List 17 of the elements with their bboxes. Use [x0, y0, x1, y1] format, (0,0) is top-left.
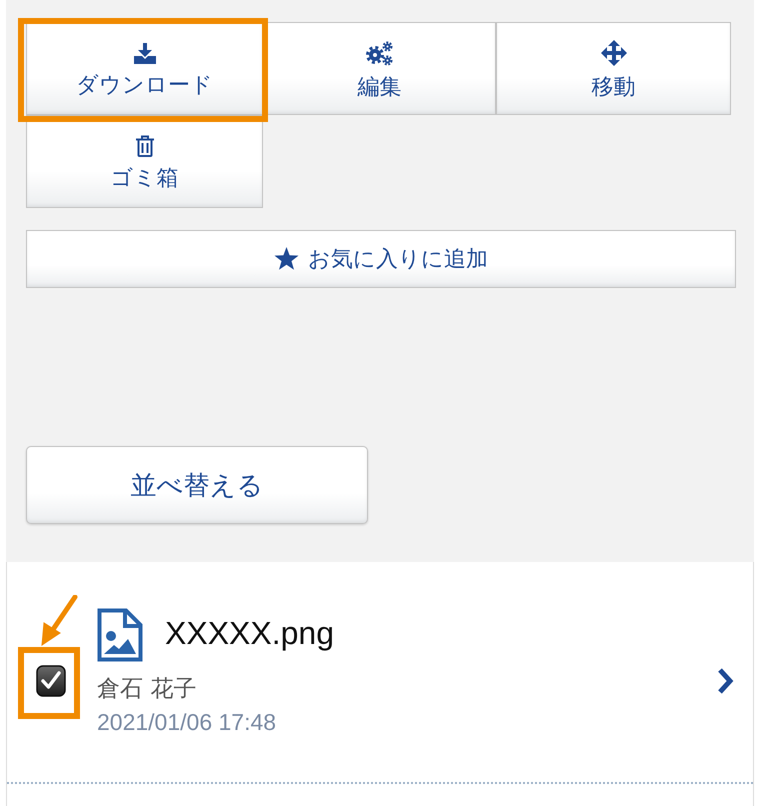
star-icon — [274, 247, 299, 271]
move-arrows-icon — [600, 40, 626, 66]
gears-icon — [366, 40, 394, 66]
trash-icon — [136, 135, 154, 157]
add-to-favorites-button[interactable]: お気に入りに追加 — [26, 230, 736, 288]
sort-button[interactable]: 並べ替える — [26, 446, 368, 524]
file-name: XXXXX.png — [165, 614, 334, 652]
arrow-icon — [40, 595, 78, 647]
checkbox[interactable] — [36, 665, 66, 697]
action-button[interactable]: ダウンロード — [26, 22, 263, 115]
action-button[interactable]: 移動 — [496, 22, 731, 115]
image-file-icon — [97, 608, 143, 662]
owner-name: 倉石 花子 — [97, 675, 196, 704]
chevron-right-icon[interactable] — [716, 667, 734, 695]
file-date: 2021/01/06 17:48 — [97, 708, 276, 736]
download-icon — [134, 42, 156, 64]
action-button[interactable]: ゴミ箱 — [26, 115, 263, 208]
